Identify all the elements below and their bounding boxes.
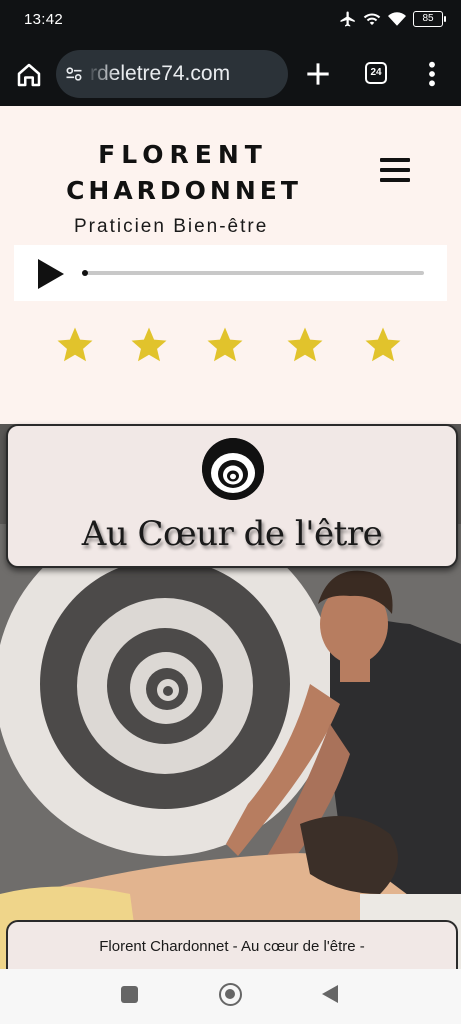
hero-title: Au Cœur de l'être bbox=[81, 514, 383, 554]
audio-progress-track[interactable] bbox=[82, 270, 424, 276]
brand-name-last[interactable]: CHARDONNET bbox=[56, 176, 312, 205]
star-icon bbox=[287, 327, 323, 362]
status-bar: 13:42 85 bbox=[0, 0, 461, 42]
url-fade bbox=[86, 50, 116, 98]
spiral-logo-icon bbox=[202, 438, 264, 500]
site-logo bbox=[202, 438, 264, 500]
star-rating bbox=[48, 324, 418, 370]
status-time: 13:42 bbox=[24, 11, 64, 28]
wifi-calling-icon bbox=[363, 13, 381, 25]
audio-player bbox=[14, 245, 447, 301]
wifi-icon bbox=[388, 12, 406, 26]
brand-name-first[interactable]: FLORENT bbox=[58, 140, 308, 169]
status-icons: 85 bbox=[339, 10, 446, 28]
new-tab-icon[interactable] bbox=[302, 58, 334, 90]
battery-icon: 85 bbox=[413, 11, 446, 27]
hero-title-card: Au Cœur de l'être bbox=[6, 424, 458, 568]
browser-toolbar: rdeletre74.com 24 bbox=[0, 42, 461, 106]
site-header: FLORENT CHARDONNET Praticien Bien-être bbox=[0, 106, 461, 424]
star-icon bbox=[57, 327, 93, 362]
home-nav-icon[interactable] bbox=[219, 983, 242, 1006]
back-icon[interactable] bbox=[322, 985, 338, 1003]
site-settings-icon[interactable] bbox=[64, 64, 84, 84]
star-icon bbox=[365, 327, 401, 362]
brand-subtitle: Praticien Bien-être bbox=[74, 216, 269, 237]
caption-text: Florent Chardonnet - Au cœur de l'être - bbox=[99, 938, 365, 955]
address-bar[interactable]: rdeletre74.com bbox=[56, 50, 288, 98]
battery-level: 85 bbox=[422, 13, 434, 24]
hamburger-menu-icon[interactable] bbox=[380, 158, 410, 184]
audio-progress-fill bbox=[82, 270, 88, 276]
system-nav-bar bbox=[0, 969, 461, 1024]
tab-switcher-button[interactable]: 24 bbox=[365, 62, 387, 84]
play-icon[interactable] bbox=[38, 259, 64, 289]
tab-count: 24 bbox=[370, 67, 382, 78]
star-icon bbox=[131, 327, 167, 362]
recents-icon[interactable] bbox=[121, 986, 138, 1003]
more-menu-icon[interactable] bbox=[424, 60, 440, 88]
airplane-icon bbox=[340, 11, 355, 27]
star-icon bbox=[207, 327, 243, 362]
home-icon[interactable] bbox=[14, 60, 44, 90]
